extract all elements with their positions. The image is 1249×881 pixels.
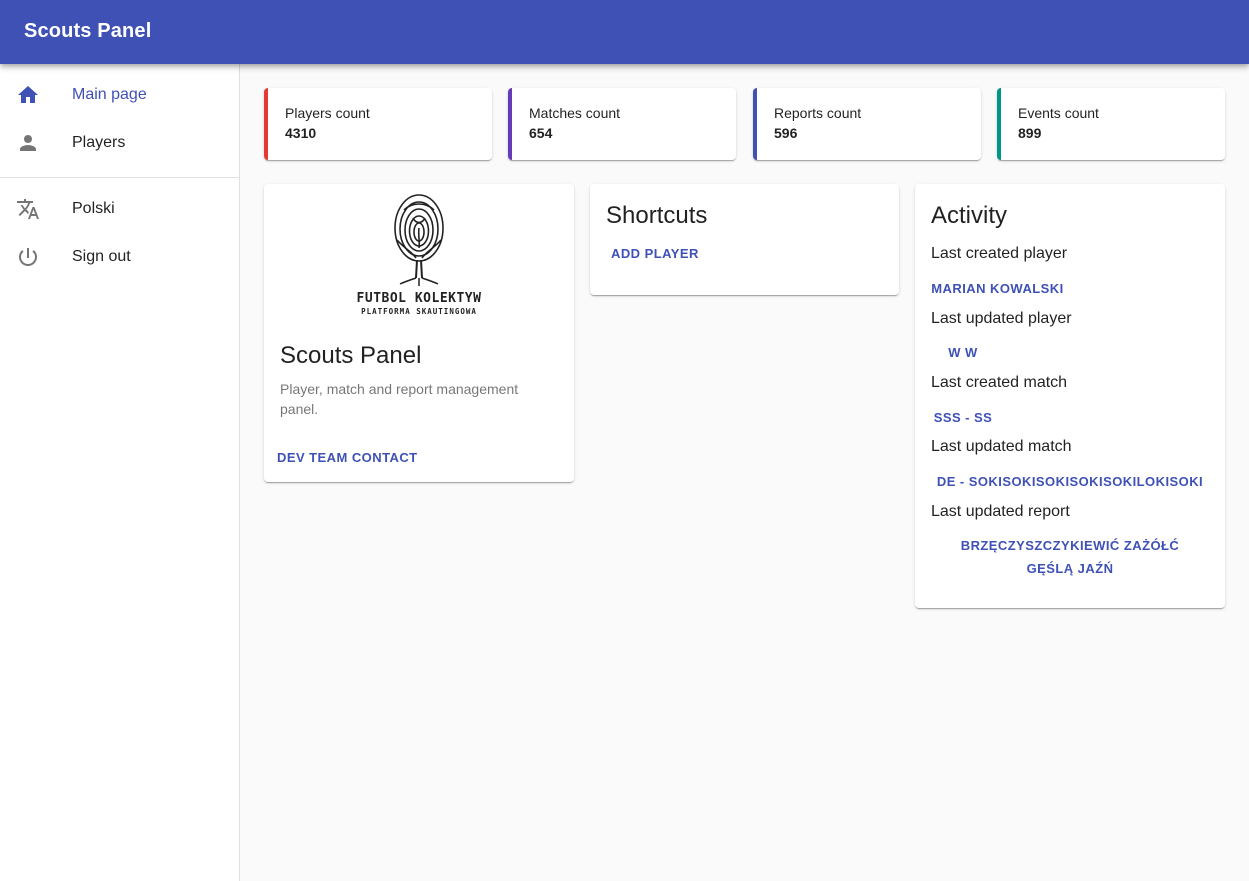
about-description: Player, match and report management pane… xyxy=(280,381,519,417)
activity-title: Activity xyxy=(931,202,1008,229)
stat-card-matches: Matches count 654 xyxy=(508,88,736,160)
sidebar-item-label: Main page xyxy=(72,86,147,103)
dev-team-contact-button[interactable]: DEV TEAM CONTACT xyxy=(277,450,418,465)
sidebar-item-label: Sign out xyxy=(72,248,131,265)
futbol-kolektyw-logo: FUTBOL KOLEKTYW PLATFORMA SKAUTINGOWA xyxy=(357,194,482,316)
stat-label: Matches count xyxy=(529,105,621,121)
activity-label: Last updated player xyxy=(931,310,1072,327)
home-icon xyxy=(16,83,40,107)
about-title: Scouts Panel xyxy=(280,342,422,369)
stat-value: 4310 xyxy=(285,125,317,141)
last-created-player-link[interactable]: MARIAN KOWALSKI xyxy=(931,277,1064,300)
activity-label: Last updated match xyxy=(931,438,1072,455)
stat-label: Events count xyxy=(1018,105,1099,121)
stat-accent-bar xyxy=(264,88,268,160)
sidebar-item-main-page[interactable]: Main page xyxy=(0,71,239,119)
last-updated-report-link[interactable]: BRZĘCZYSZCZYKIEWIĆ ZAŻÓŁĆ GĘŚLĄ JAŹŃ xyxy=(945,534,1195,580)
activity-label: Last updated report xyxy=(931,503,1070,520)
power-icon xyxy=(16,245,40,269)
stat-card-players: Players count 4310 xyxy=(264,88,492,160)
about-card: FUTBOL KOLEKTYW PLATFORMA SKAUTINGOWA Sc… xyxy=(264,184,574,482)
last-updated-match-link[interactable]: DE - SOKISOKISOKISOKISOKILOKISOKI xyxy=(931,470,1209,493)
last-updated-player-link[interactable]: W W xyxy=(941,341,985,364)
stat-label: Reports count xyxy=(774,105,862,121)
stat-card-reports: Reports count 596 xyxy=(753,88,981,160)
add-player-button[interactable]: ADD PLAYER xyxy=(611,246,699,261)
activity-label: Last created player xyxy=(931,245,1068,262)
stat-value: 596 xyxy=(774,125,798,141)
shortcuts-title: Shortcuts xyxy=(606,202,708,229)
sidebar-item-players[interactable]: Players xyxy=(0,119,239,167)
activity-label: Last created match xyxy=(931,374,1068,391)
stat-accent-bar xyxy=(997,88,1001,160)
sidebar: Main page Players Polski Sign out xyxy=(0,64,240,881)
stat-value: 654 xyxy=(529,125,553,141)
stat-label: Players count xyxy=(285,105,370,121)
person-icon xyxy=(16,131,40,155)
sidebar-item-label: Polski xyxy=(72,200,115,217)
logo-text: FUTBOL KOLEKTYW xyxy=(357,291,482,306)
stat-value: 899 xyxy=(1018,125,1042,141)
sidebar-item-sign-out[interactable]: Sign out xyxy=(0,233,239,281)
sidebar-item-label: Players xyxy=(72,134,126,151)
translate-icon xyxy=(16,197,40,221)
last-created-match-link[interactable]: SSS - SS xyxy=(931,406,995,429)
app-title: Scouts Panel xyxy=(24,20,152,42)
app-bar: Scouts Panel xyxy=(0,0,1249,64)
stat-accent-bar xyxy=(753,88,757,160)
activity-card: Activity Last created player MARIAN KOWA… xyxy=(915,184,1225,608)
stat-accent-bar xyxy=(508,88,512,160)
sidebar-divider xyxy=(0,177,239,178)
logo-subtext: PLATFORMA SKAUTINGOWA xyxy=(361,307,477,316)
stat-card-events: Events count 899 xyxy=(997,88,1225,160)
shortcuts-card: Shortcuts ADD PLAYER xyxy=(590,184,899,295)
sidebar-item-language[interactable]: Polski xyxy=(0,185,239,233)
